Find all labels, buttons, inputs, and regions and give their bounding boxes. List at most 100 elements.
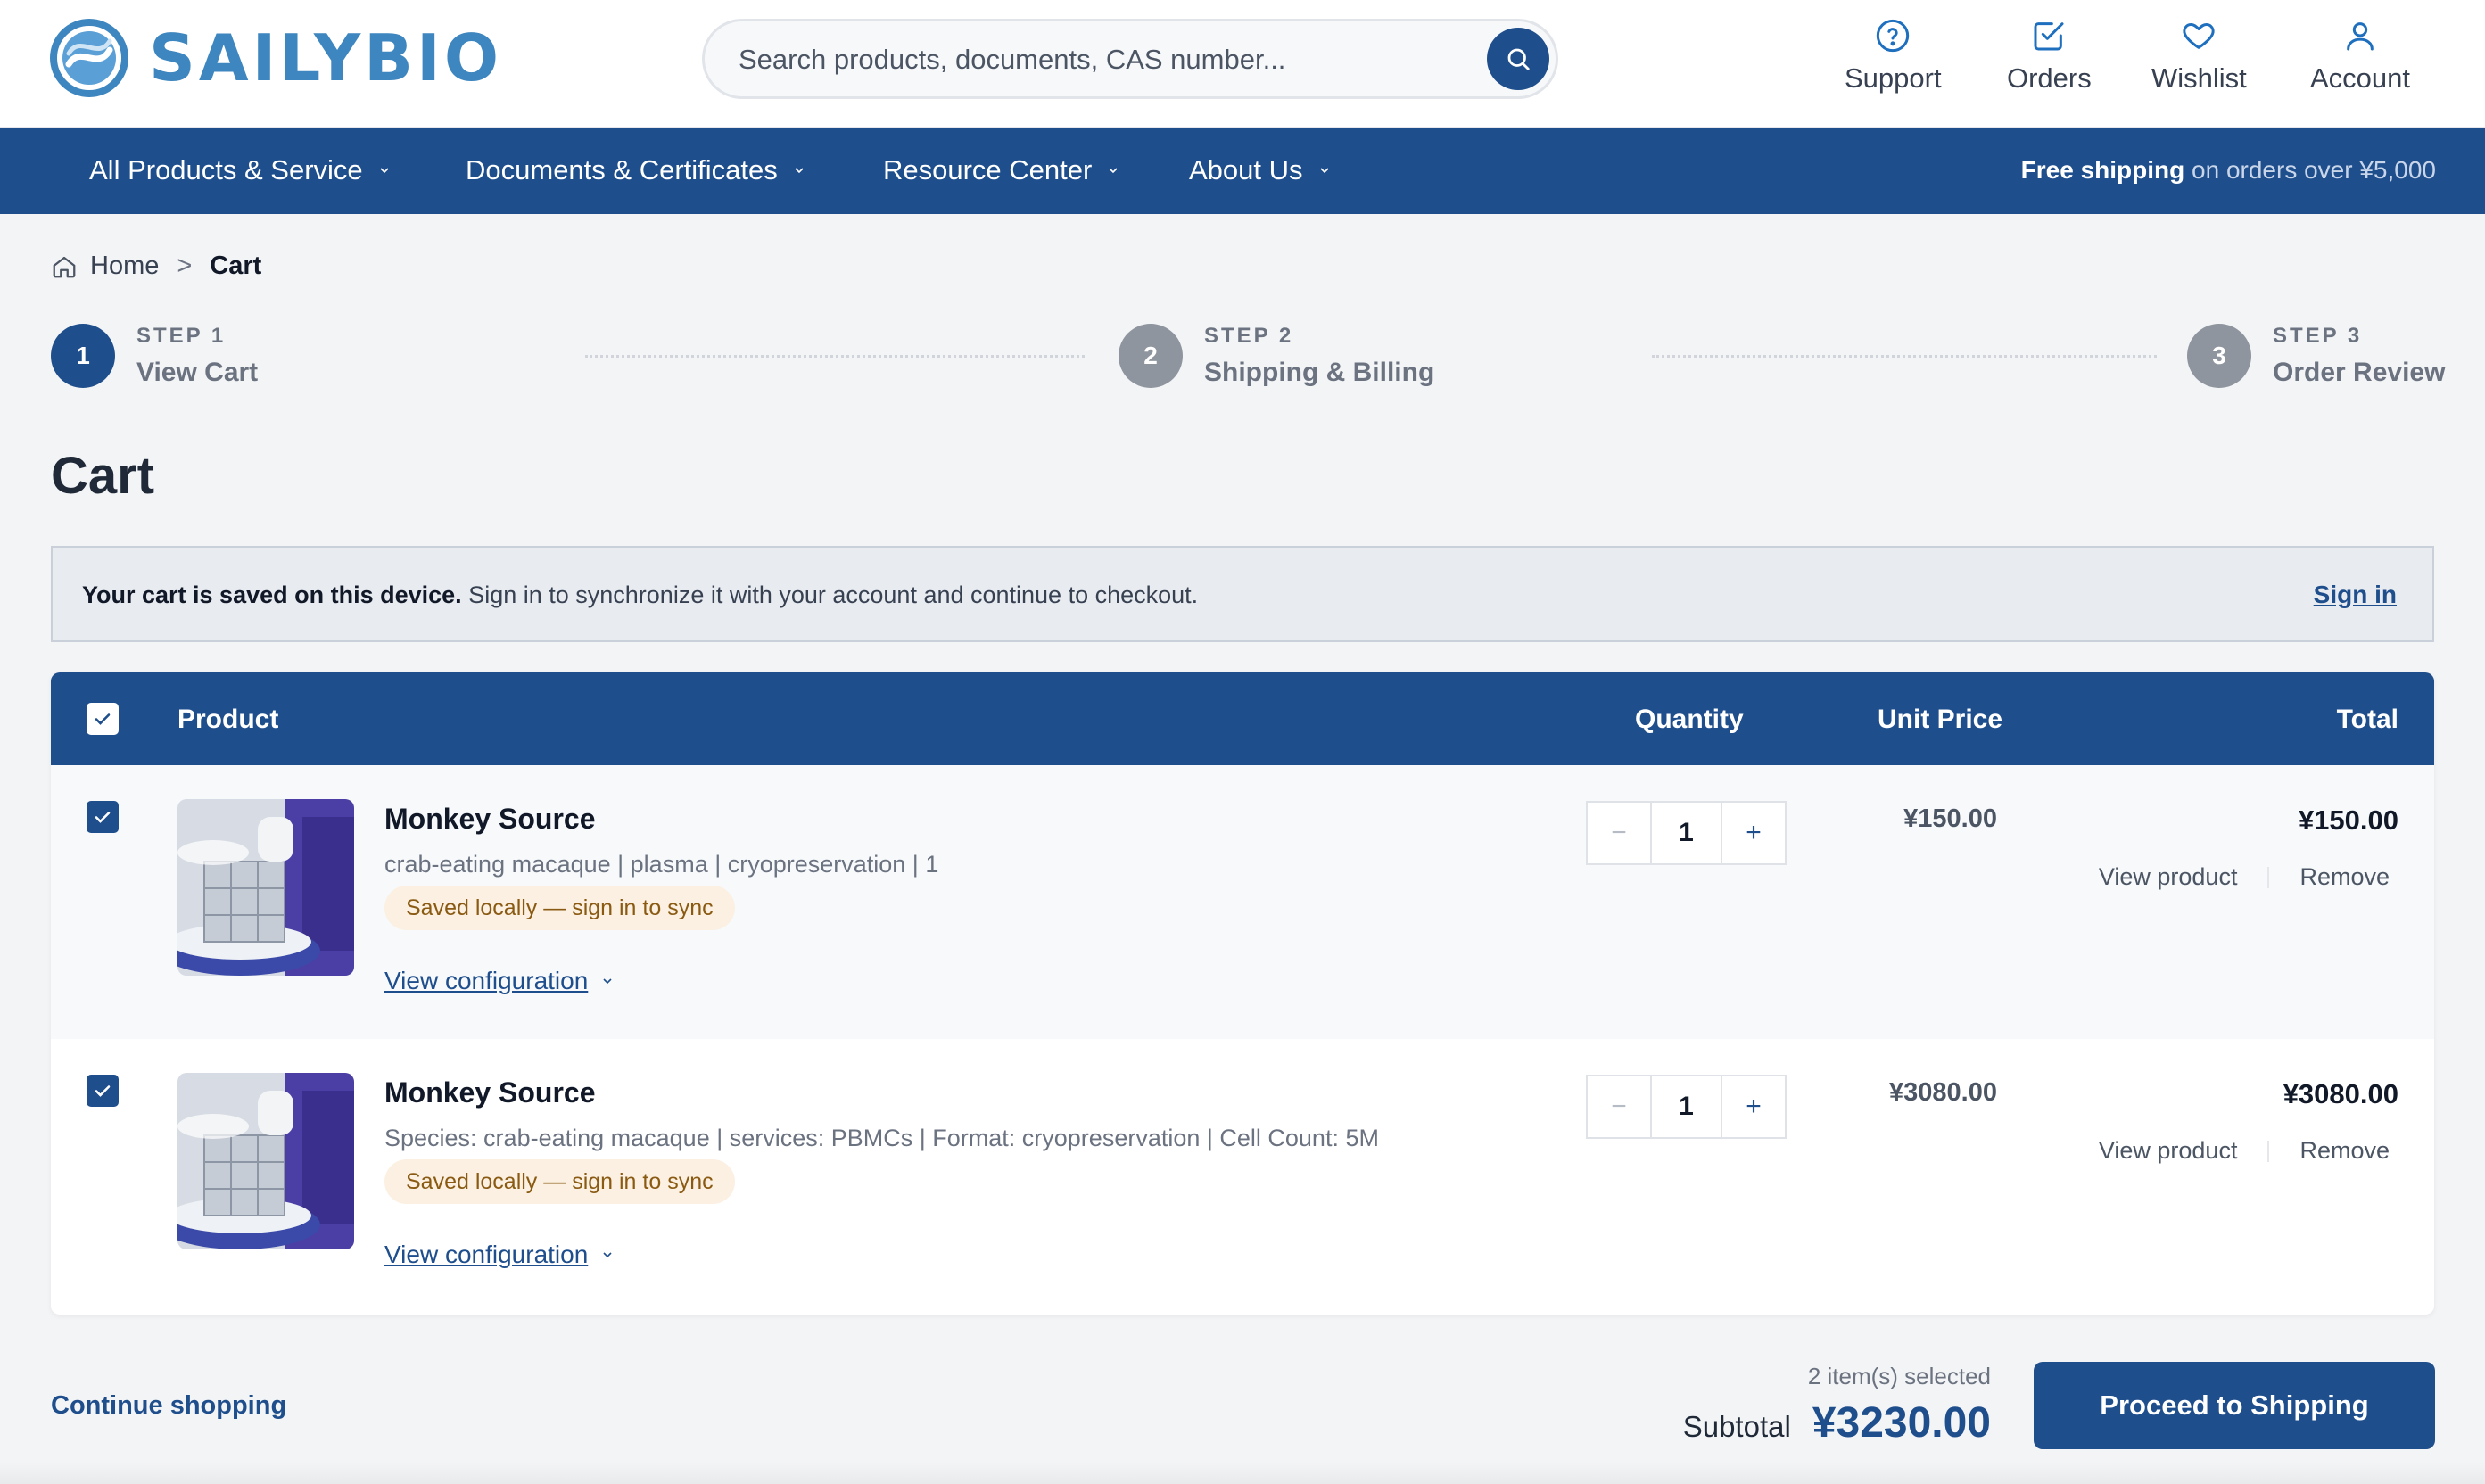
header-wishlist[interactable]: Wishlist bbox=[2151, 18, 2247, 95]
banner-bold: Your cart is saved on this device. bbox=[82, 581, 462, 608]
breadcrumb: Home > Cart bbox=[51, 251, 261, 281]
quantity-value[interactable]: 1 bbox=[1652, 803, 1721, 863]
selected-count: 2 item(s) selected bbox=[1807, 1363, 1991, 1389]
decrease-quantity-button[interactable]: − bbox=[1588, 803, 1652, 863]
search-icon bbox=[1507, 48, 1530, 70]
search-button[interactable] bbox=[1487, 28, 1549, 90]
line-total: ¥150.00 bbox=[2298, 804, 2398, 836]
step-1-label: STEP 1 bbox=[136, 324, 227, 348]
free-shipping-rest: on orders over ¥5,000 bbox=[2192, 156, 2436, 184]
brand-name: SAILYBIO bbox=[149, 21, 503, 95]
nav-documents-label: Documents & Certificates bbox=[466, 154, 778, 186]
cart-row: Monkey Source Species: crab-eating macaq… bbox=[51, 1039, 2434, 1313]
view-configuration-link[interactable]: View configuration bbox=[384, 1241, 615, 1269]
nav-all-products[interactable]: All Products & Service bbox=[89, 154, 392, 186]
breadcrumb-home[interactable]: Home bbox=[90, 251, 159, 281]
product-image bbox=[178, 799, 354, 976]
header-support[interactable]: Support bbox=[1845, 18, 1942, 95]
product-thumbnail[interactable] bbox=[178, 1073, 354, 1249]
saved-locally-badge: Saved locally — sign in to sync bbox=[384, 886, 735, 930]
subtotal: Subtotal ¥3230.00 bbox=[1683, 1398, 1991, 1447]
step-3-number: 3 bbox=[2187, 324, 2251, 388]
step-3: 3 STEP 3 Order Review bbox=[2187, 324, 2445, 388]
cart-table: Product Quantity Unit Price Total Monkey… bbox=[51, 672, 2434, 1315]
row-actions: View product Remove bbox=[2099, 863, 2390, 891]
free-shipping-bold: Free shipping bbox=[2020, 156, 2185, 184]
saved-locally-badge: Saved locally — sign in to sync bbox=[384, 1159, 735, 1204]
view-product-link[interactable]: View product bbox=[2099, 1137, 2238, 1165]
free-shipping-note: Free shipping on orders over ¥5,000 bbox=[2021, 156, 2436, 185]
step-1-number: 1 bbox=[51, 324, 115, 388]
remove-link[interactable]: Remove bbox=[2299, 1137, 2390, 1165]
select-all-checkbox[interactable] bbox=[87, 703, 119, 735]
nav-about-us[interactable]: About Us bbox=[1189, 154, 1332, 186]
search-input[interactable] bbox=[739, 39, 1452, 80]
unit-price: ¥150.00 bbox=[1903, 804, 1997, 833]
product-description: Species: crab-eating macaque | services:… bbox=[384, 1125, 1379, 1151]
view-product-link[interactable]: View product bbox=[2099, 863, 2238, 891]
step-1-title: View Cart bbox=[136, 358, 259, 387]
heart-icon bbox=[2183, 23, 2215, 49]
header-total: Total bbox=[2336, 705, 2398, 734]
header-orders-label: Orders bbox=[2007, 62, 2092, 94]
header-orders[interactable]: Orders bbox=[2007, 18, 2092, 95]
quantity-stepper: − 1 + bbox=[1586, 801, 1787, 865]
continue-shopping-link[interactable]: Continue shopping bbox=[51, 1391, 286, 1421]
help-circle-icon bbox=[1877, 19, 1910, 53]
page-bottom-fade bbox=[0, 1463, 2485, 1484]
product-name[interactable]: Monkey Source bbox=[384, 1076, 596, 1109]
header-quantity: Quantity bbox=[1635, 705, 1744, 734]
step-3-title: Order Review bbox=[2273, 358, 2446, 387]
decrease-quantity-button[interactable]: − bbox=[1588, 1076, 1652, 1137]
product-thumbnail[interactable] bbox=[178, 799, 354, 976]
chevron-down-icon bbox=[380, 168, 389, 174]
row-checkbox[interactable] bbox=[87, 801, 119, 833]
header-wishlist-label: Wishlist bbox=[2151, 62, 2247, 94]
cart-row: Monkey Source crab-eating macaque | plas… bbox=[51, 765, 2434, 1039]
row-checkbox[interactable] bbox=[87, 1075, 119, 1107]
increase-quantity-button[interactable]: + bbox=[1721, 803, 1785, 863]
cart-table-header: Product Quantity Unit Price Total bbox=[51, 672, 2434, 765]
nav-resource-center[interactable]: Resource Center bbox=[883, 154, 1120, 186]
nav-documents[interactable]: Documents & Certificates bbox=[466, 154, 806, 186]
proceed-to-shipping-button[interactable]: Proceed to Shipping bbox=[2034, 1362, 2435, 1449]
chevron-down-icon bbox=[603, 978, 612, 985]
check-icon bbox=[95, 713, 111, 725]
action-divider bbox=[2267, 866, 2270, 888]
step-1: 1 STEP 1 View Cart bbox=[51, 324, 258, 388]
logo-icon bbox=[50, 19, 128, 97]
main-nav: All Products & Service Documents & Certi… bbox=[0, 128, 2485, 214]
header-product: Product bbox=[178, 705, 279, 734]
brand-logo[interactable]: SAILYBIO bbox=[49, 18, 502, 98]
view-configuration-link[interactable]: View configuration bbox=[384, 967, 615, 995]
quantity-value[interactable]: 1 bbox=[1652, 1076, 1721, 1137]
increase-quantity-button[interactable]: + bbox=[1721, 1076, 1785, 1137]
unit-price: ¥3080.00 bbox=[1889, 1078, 1997, 1107]
breadcrumb-current: Cart bbox=[210, 251, 262, 280]
check-square-icon bbox=[2034, 22, 2064, 51]
header-account-label: Account bbox=[2310, 62, 2411, 94]
page-title: Cart bbox=[51, 447, 155, 505]
site-header: SAILYBIO Support Orders Wishlist Account bbox=[0, 0, 2485, 128]
header-account[interactable]: Account bbox=[2310, 18, 2410, 95]
sync-banner: Your cart is saved on this device. Sign … bbox=[51, 546, 2434, 642]
home-icon bbox=[53, 256, 76, 277]
subtotal-label: Subtotal bbox=[1682, 1410, 1791, 1443]
chevron-down-icon bbox=[1319, 168, 1329, 174]
chevron-down-icon bbox=[795, 168, 804, 174]
banner-text: Sign in to synchronize it with your acco… bbox=[468, 581, 1199, 608]
line-total: ¥3080.00 bbox=[2283, 1078, 2398, 1109]
step-3-label: STEP 3 bbox=[2273, 324, 2363, 348]
product-name[interactable]: Monkey Source bbox=[384, 803, 596, 836]
remove-link[interactable]: Remove bbox=[2299, 863, 2390, 891]
search-bar bbox=[702, 19, 1558, 99]
step-2-number: 2 bbox=[1119, 324, 1183, 388]
quantity-stepper: − 1 + bbox=[1586, 1075, 1787, 1139]
nav-all-products-label: All Products & Service bbox=[89, 154, 363, 186]
step-2-label: STEP 2 bbox=[1204, 324, 1294, 348]
product-description: crab-eating macaque | plasma | cryoprese… bbox=[384, 851, 939, 878]
nav-about-us-label: About Us bbox=[1189, 154, 1303, 186]
sign-in-link[interactable]: Sign in bbox=[2314, 581, 2397, 609]
chevron-down-icon bbox=[603, 1252, 612, 1258]
step-2: 2 STEP 2 Shipping & Billing bbox=[1119, 324, 1434, 388]
